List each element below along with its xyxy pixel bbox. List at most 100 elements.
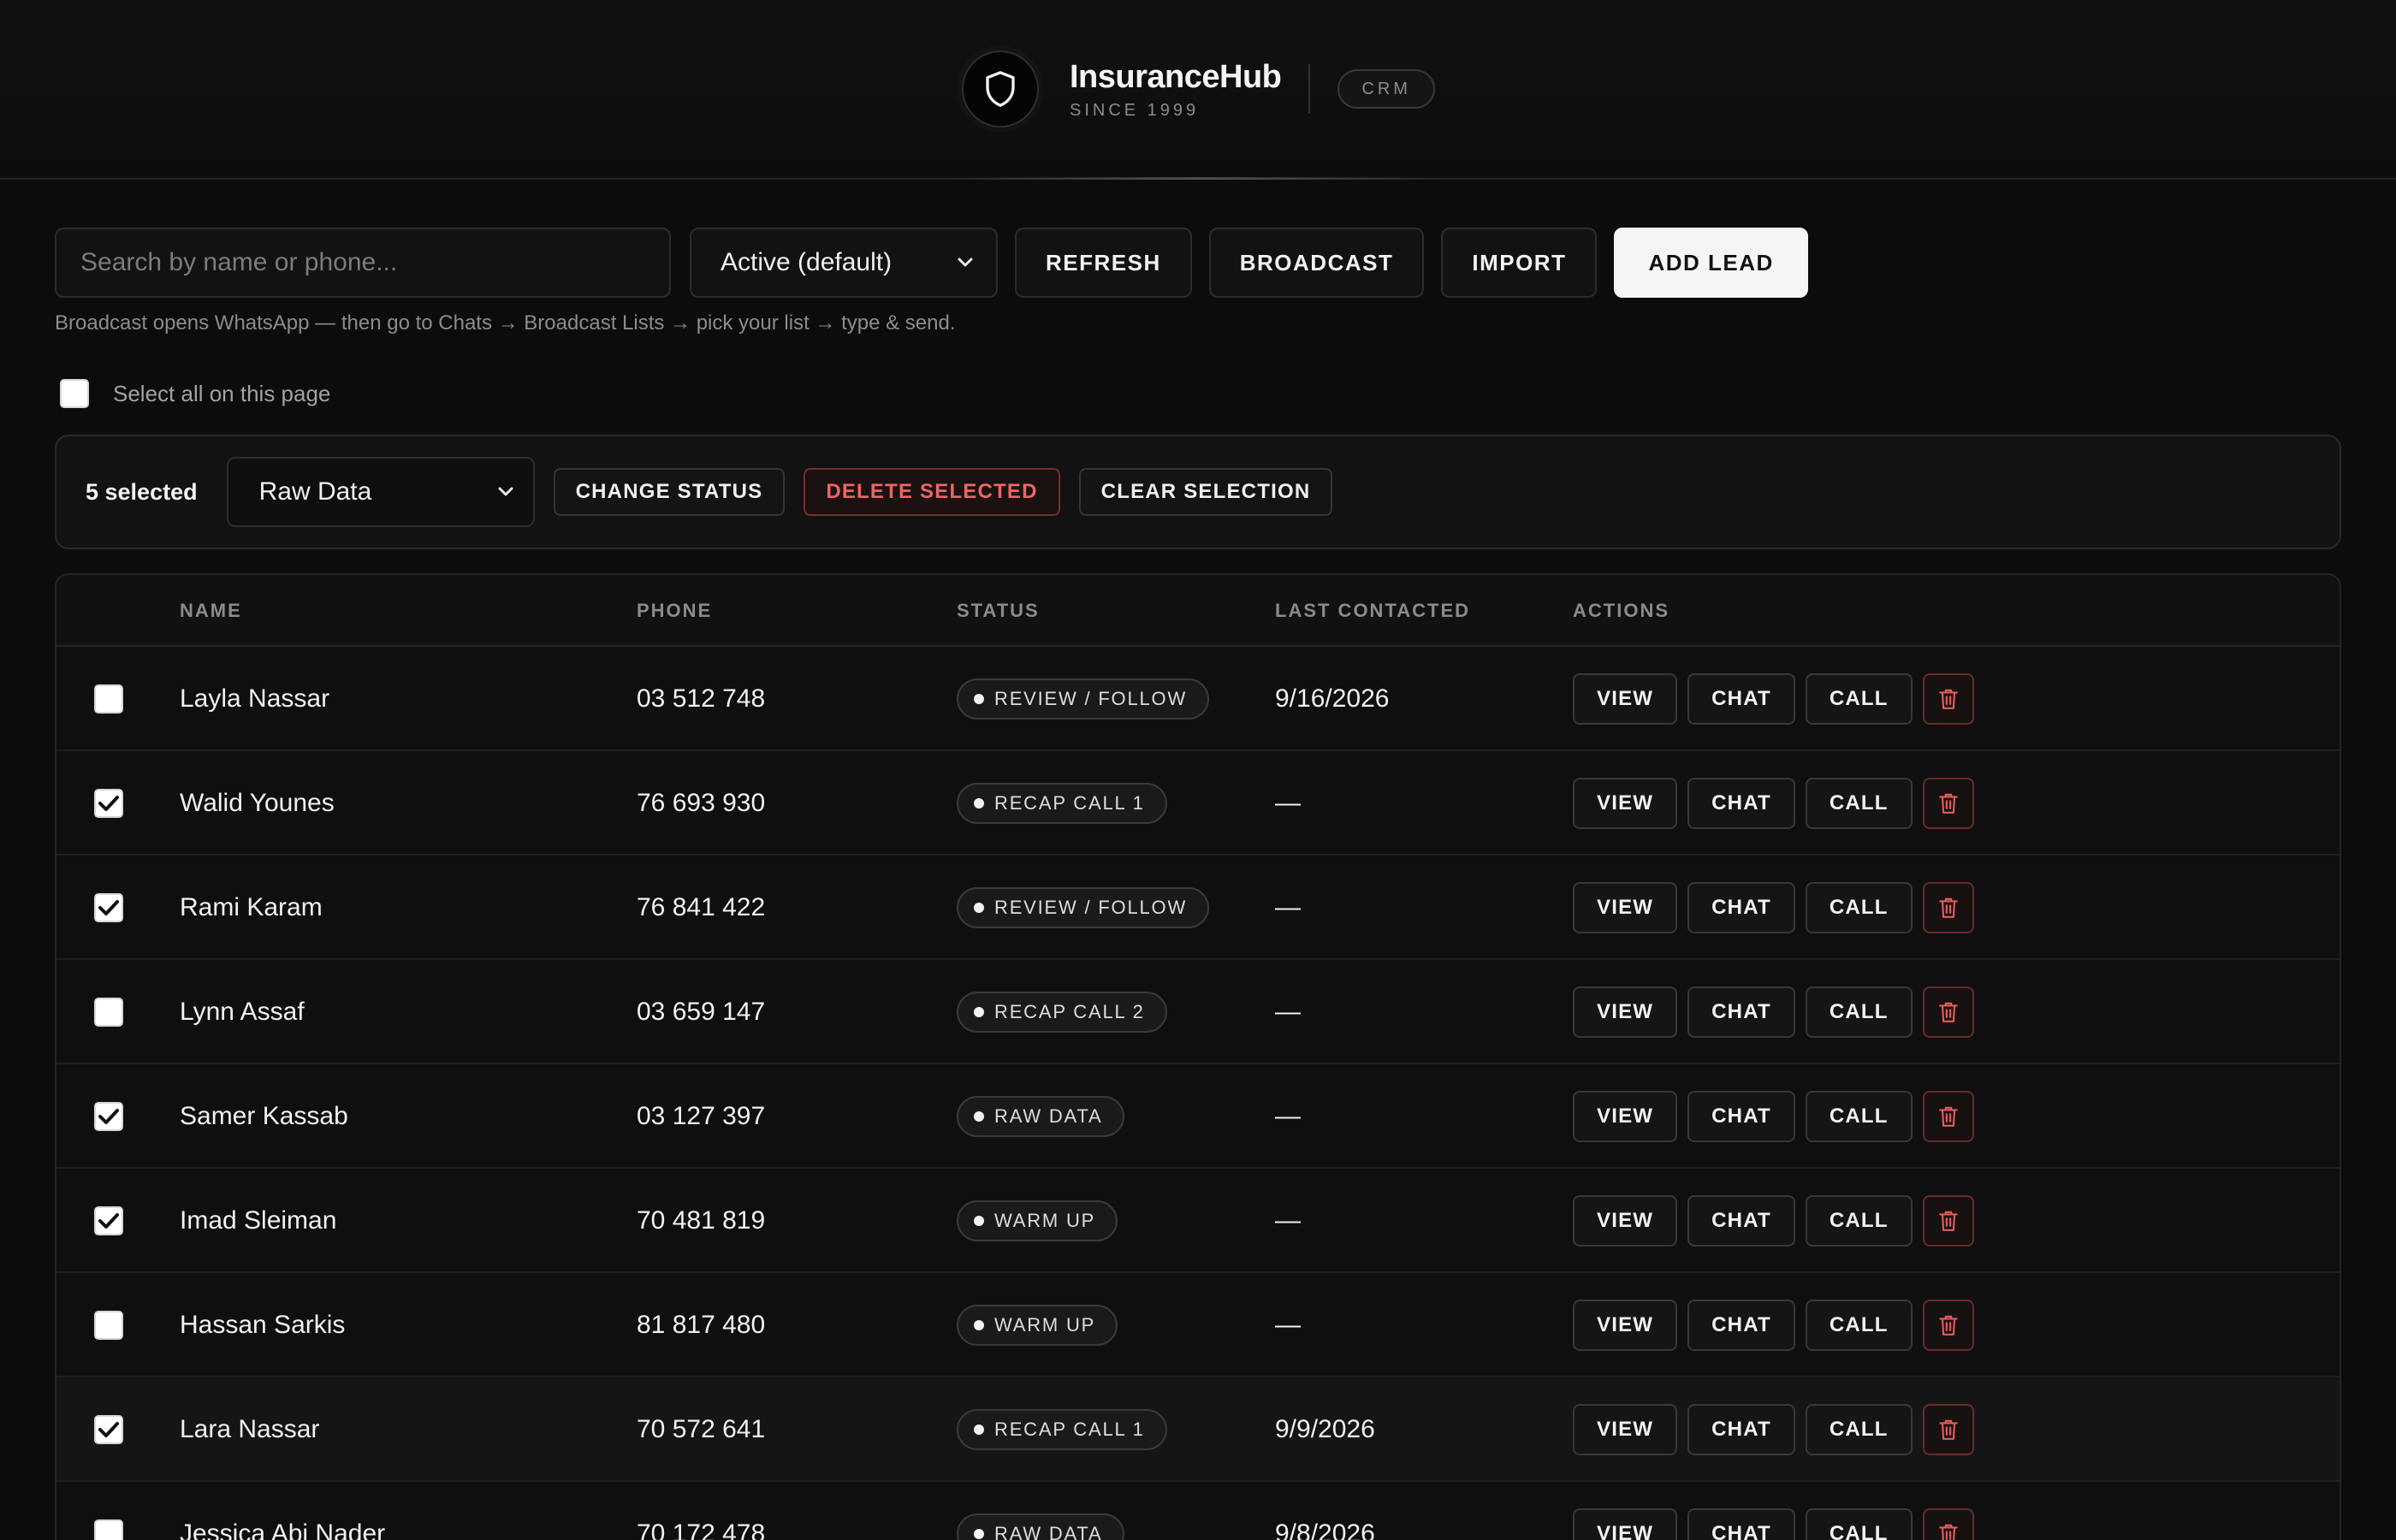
column-header-last-contacted[interactable]: LAST CONTACTED xyxy=(1275,575,1470,647)
trash-icon xyxy=(1938,1002,1958,1022)
change-status-button[interactable]: CHANGE STATUS xyxy=(553,468,786,516)
status-badge: RECAP CALL 1 xyxy=(957,783,1167,824)
lead-name[interactable]: Jessica Abi Nader xyxy=(180,1482,385,1540)
row-checkbox[interactable] xyxy=(94,1102,123,1131)
column-header-phone[interactable]: PHONE xyxy=(637,575,712,647)
call-button[interactable]: CALL xyxy=(1805,1091,1913,1142)
delete-row-button[interactable] xyxy=(1922,1508,1974,1540)
lead-phone-text: 81 817 480 xyxy=(637,1311,766,1339)
chevron-down-icon xyxy=(958,258,973,267)
call-button[interactable]: CALL xyxy=(1805,882,1913,933)
status-dot xyxy=(974,798,984,808)
delete-row-button[interactable] xyxy=(1922,986,1974,1038)
chevron-down-icon xyxy=(498,487,513,496)
chat-button[interactable]: CHAT xyxy=(1687,1508,1795,1540)
chat-button[interactable]: CHAT xyxy=(1687,1091,1795,1142)
row-checkbox[interactable] xyxy=(94,1519,123,1540)
row-checkbox[interactable] xyxy=(94,1415,123,1444)
chat-button[interactable]: CHAT xyxy=(1687,986,1795,1038)
row-checkbox[interactable] xyxy=(94,1311,123,1340)
lead-name[interactable]: Walid Younes xyxy=(180,751,335,856)
delete-row-button[interactable] xyxy=(1922,882,1974,933)
refresh-button[interactable]: REFRESH xyxy=(1015,228,1192,298)
lead-phone: 03 512 748 xyxy=(637,647,765,751)
view-button[interactable]: VIEW xyxy=(1573,1195,1678,1247)
view-button[interactable]: VIEW xyxy=(1573,1508,1678,1540)
lead-phone: 70 572 641 xyxy=(637,1377,765,1482)
view-button[interactable]: VIEW xyxy=(1573,1091,1678,1142)
delete-row-button[interactable] xyxy=(1922,673,1974,725)
toolbar: Active (default) REFRESH BROADCAST IMPOR… xyxy=(55,228,1808,298)
lead-name[interactable]: Hassan Sarkis xyxy=(180,1273,345,1377)
select-all-checkbox[interactable] xyxy=(60,379,89,408)
row-checkbox[interactable] xyxy=(94,998,123,1027)
call-button[interactable]: CALL xyxy=(1805,986,1913,1038)
last-contacted-text: — xyxy=(1275,1311,1301,1339)
row-checkbox[interactable] xyxy=(94,1206,123,1235)
view-button[interactable]: VIEW xyxy=(1573,778,1678,829)
lead-name[interactable]: Lara Nassar xyxy=(180,1377,319,1482)
row-checkbox[interactable] xyxy=(94,893,123,922)
delete-row-button[interactable] xyxy=(1922,1404,1974,1455)
chat-button[interactable]: CHAT xyxy=(1687,673,1795,725)
table-row: Layla Nassar 03 512 748 REVIEW / FOLLOW … xyxy=(56,647,2340,751)
call-button[interactable]: CALL xyxy=(1805,1195,1913,1247)
brand-name: InsuranceHub xyxy=(1070,58,1282,95)
bulk-status-value: Raw Data xyxy=(258,477,372,506)
chat-button[interactable]: CHAT xyxy=(1687,1195,1795,1247)
add-lead-button[interactable]: ADD LEAD xyxy=(1614,228,1808,298)
call-button[interactable]: CALL xyxy=(1805,778,1913,829)
column-header-name[interactable]: NAME xyxy=(180,575,242,647)
lead-phone-text: 76 841 422 xyxy=(637,893,766,921)
search-input[interactable] xyxy=(55,228,671,298)
last-contacted-text: — xyxy=(1275,998,1301,1026)
call-button[interactable]: CALL xyxy=(1805,1300,1913,1351)
delete-row-button[interactable] xyxy=(1922,1300,1974,1351)
check-icon xyxy=(98,1213,119,1229)
view-button[interactable]: VIEW xyxy=(1573,882,1678,933)
chat-button[interactable]: CHAT xyxy=(1687,1404,1795,1455)
view-button[interactable]: VIEW xyxy=(1573,1300,1678,1351)
table-row: Samer Kassab 03 127 397 RAW DATA — VIEW … xyxy=(56,1064,2340,1169)
row-checkbox[interactable] xyxy=(94,684,123,714)
lead-name[interactable]: Rami Karam xyxy=(180,856,323,960)
call-button[interactable]: CALL xyxy=(1805,1404,1913,1455)
lead-name[interactable]: Imad Sleiman xyxy=(180,1169,336,1273)
lead-name[interactable]: Layla Nassar xyxy=(180,647,329,751)
delete-row-button[interactable] xyxy=(1922,1091,1974,1142)
import-button[interactable]: IMPORT xyxy=(1441,228,1598,298)
lead-name[interactable]: Samer Kassab xyxy=(180,1064,348,1169)
selected-count: 5 selected xyxy=(86,478,198,505)
column-header-status[interactable]: STATUS xyxy=(957,575,1040,647)
lead-phone-text: 03 659 147 xyxy=(637,998,766,1026)
filter-select[interactable]: Active (default) xyxy=(690,228,998,298)
row-checkbox[interactable] xyxy=(94,789,123,818)
table-row: Imad Sleiman 70 481 819 WARM UP — VIEW C… xyxy=(56,1169,2340,1273)
clear-selection-button[interactable]: CLEAR SELECTION xyxy=(1078,468,1333,516)
lead-name-text: Lynn Assaf xyxy=(180,998,305,1026)
call-button[interactable]: CALL xyxy=(1805,673,1913,725)
chat-button[interactable]: CHAT xyxy=(1687,882,1795,933)
row-actions: VIEW CHAT CALL xyxy=(1573,1377,1974,1482)
status-dot xyxy=(974,1111,984,1122)
view-button[interactable]: VIEW xyxy=(1573,673,1678,725)
bulk-status-select[interactable]: Raw Data xyxy=(226,457,535,527)
row-actions: VIEW CHAT CALL xyxy=(1573,960,1974,1064)
delete-row-button[interactable] xyxy=(1922,778,1974,829)
delete-row-button[interactable] xyxy=(1922,1195,1974,1247)
view-button[interactable]: VIEW xyxy=(1573,986,1678,1038)
status-label: RECAP CALL 1 xyxy=(994,792,1145,814)
status-badge: RAW DATA xyxy=(957,1513,1125,1540)
lead-name[interactable]: Lynn Assaf xyxy=(180,960,305,1064)
last-contacted: — xyxy=(1275,856,1301,960)
view-button[interactable]: VIEW xyxy=(1573,1404,1678,1455)
chat-button[interactable]: CHAT xyxy=(1687,778,1795,829)
lead-phone: 03 659 147 xyxy=(637,960,765,1064)
table-header: NAME PHONE STATUS LAST CONTACTED ACTIONS xyxy=(56,575,2340,647)
delete-selected-button[interactable]: DELETE SELECTED xyxy=(804,468,1060,516)
chat-button[interactable]: CHAT xyxy=(1687,1300,1795,1351)
call-button[interactable]: CALL xyxy=(1805,1508,1913,1540)
lead-phone-text: 03 512 748 xyxy=(637,684,766,713)
table-row: Lara Nassar 70 572 641 RECAP CALL 1 9/9/… xyxy=(56,1377,2340,1482)
broadcast-button[interactable]: BROADCAST xyxy=(1208,228,1425,298)
